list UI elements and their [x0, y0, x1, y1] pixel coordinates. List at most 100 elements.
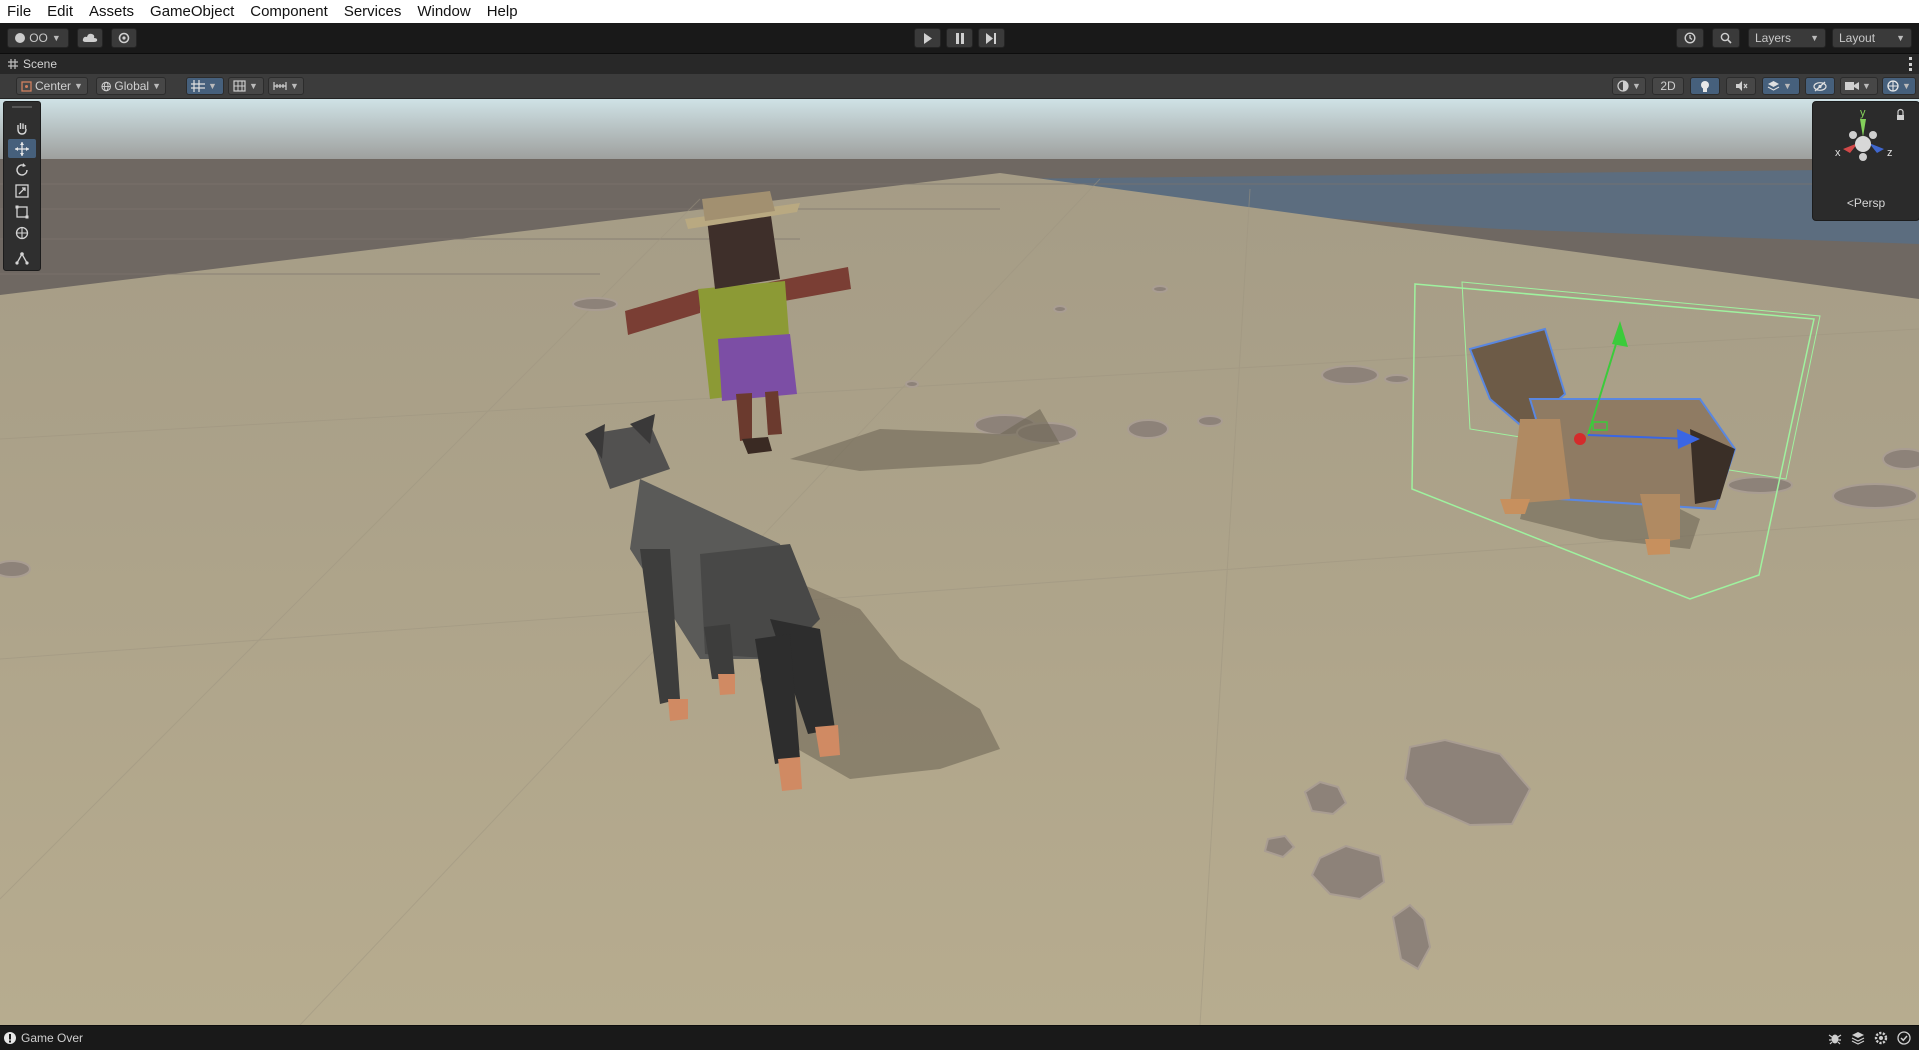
gear-settings-icon[interactable]: [1874, 1031, 1888, 1045]
effects-layers-icon: [1767, 81, 1780, 91]
tab-bar: Scene: [0, 54, 1919, 74]
shading-sphere-icon: [1617, 80, 1629, 92]
axis-gizmo-graphic: y x z: [1835, 107, 1904, 161]
grid-icon: [233, 80, 246, 92]
overlay-drag-handle[interactable]: [12, 106, 32, 108]
chevron-down-icon: ▼: [152, 81, 161, 91]
history-button[interactable]: [1676, 28, 1704, 48]
pivot-position-dropdown[interactable]: Center ▼: [16, 77, 88, 95]
scene-tools-overlay: [3, 101, 41, 271]
mode-2d-toggle[interactable]: 2D: [1652, 77, 1684, 95]
status-bar: Game Over: [0, 1025, 1919, 1050]
menu-component[interactable]: Component: [242, 0, 336, 23]
audio-toggle[interactable]: [1726, 77, 1756, 95]
camera-icon: [1845, 82, 1859, 90]
chevron-down-icon: ▼: [1783, 81, 1792, 91]
menu-file[interactable]: File: [0, 0, 39, 23]
step-icon: [986, 32, 996, 44]
pause-button[interactable]: [946, 28, 973, 48]
layout-dropdown[interactable]: Layout ▼: [1832, 28, 1912, 48]
hidden-objects-toggle[interactable]: [1805, 77, 1835, 95]
account-dropdown[interactable]: OO ▼: [7, 28, 69, 48]
grid-snapping-toggle[interactable]: ▼: [186, 77, 224, 95]
custom-tool-button[interactable]: [8, 248, 36, 267]
check-circle-icon[interactable]: [1897, 1031, 1911, 1045]
transform-tool-button[interactable]: [8, 223, 36, 242]
orientation-gizmo[interactable]: y x z <Persp: [1812, 101, 1919, 221]
hand-tool-button[interactable]: [8, 118, 36, 137]
perspective-icon: <: [1846, 196, 1854, 210]
grid-visibility-toggle[interactable]: ▼: [228, 77, 264, 95]
rotate-tool-button[interactable]: [8, 160, 36, 179]
camera-settings-dropdown[interactable]: ▼: [1840, 77, 1878, 95]
custom-tool-icon: [15, 251, 29, 265]
menu-window[interactable]: Window: [409, 0, 478, 23]
main-toolbar: OO ▼ Layers ▼ Layout ▼: [0, 23, 1919, 54]
rect-tool-button[interactable]: [8, 202, 36, 221]
scale-icon: [15, 183, 29, 198]
chevron-down-icon: ▼: [290, 81, 299, 91]
scene-grid-icon: [8, 59, 18, 69]
chevron-down-icon: ▼: [249, 81, 258, 91]
history-icon: [1684, 32, 1696, 44]
gear-icon: [118, 32, 130, 44]
increment-snap-toggle[interactable]: ▼: [268, 77, 304, 95]
collab-button[interactable]: [111, 28, 137, 48]
ruler-icon: [273, 82, 287, 90]
chevron-down-icon: ▼: [1632, 81, 1641, 91]
chevron-down-icon: ▼: [51, 33, 61, 43]
scale-tool-button[interactable]: [8, 181, 36, 200]
grid-snap-icon: [191, 80, 205, 92]
gizmos-dropdown[interactable]: ▼: [1882, 77, 1916, 95]
chevron-down-icon: ▼: [208, 81, 217, 91]
menu-help[interactable]: Help: [479, 0, 526, 23]
scene-toolbar: Center ▼ Global ▼ ▼ ▼ ▼ ▼ 2D ▼ ▼ ▼: [0, 74, 1919, 99]
move-tool-button[interactable]: [8, 139, 36, 158]
step-button[interactable]: [978, 28, 1005, 48]
chevron-down-icon: ▼: [1896, 33, 1905, 43]
cloud-button[interactable]: [77, 28, 103, 48]
tab-scene-label: Scene: [23, 57, 58, 71]
account-label: OO: [29, 31, 48, 45]
chevron-down-icon: ▼: [1862, 81, 1871, 91]
pivot-label: Center: [35, 79, 72, 93]
play-icon: [923, 32, 932, 44]
layers-stack-icon[interactable]: [1851, 1031, 1865, 1045]
draw-mode-dropdown[interactable]: ▼: [1612, 77, 1646, 95]
menu-edit[interactable]: Edit: [39, 0, 81, 23]
mode-2d-label: 2D: [1660, 79, 1676, 93]
move-arrows-icon: [15, 141, 29, 156]
chevron-down-icon: ▼: [1810, 33, 1819, 43]
tab-scene[interactable]: Scene: [0, 54, 67, 74]
chevron-down-icon: ▼: [74, 81, 83, 91]
layers-dropdown[interactable]: Layers ▼: [1748, 28, 1826, 48]
pivot-space-dropdown[interactable]: Global ▼: [96, 77, 166, 95]
play-button[interactable]: [914, 28, 941, 48]
projection-label: Persp: [1853, 196, 1886, 210]
scene-viewport[interactable]: [0, 99, 1919, 1025]
menu-gameobject[interactable]: GameObject: [142, 0, 242, 23]
pause-icon: [955, 32, 964, 44]
audio-icon: [1735, 81, 1747, 91]
rotate-icon: [16, 162, 28, 176]
tab-options-icon[interactable]: [1909, 57, 1913, 71]
menu-bar: File Edit Assets GameObject Component Se…: [0, 0, 1919, 23]
search-button[interactable]: [1712, 28, 1740, 48]
status-message[interactable]: Game Over: [21, 1031, 83, 1045]
menu-services[interactable]: Services: [336, 0, 410, 23]
menu-assets[interactable]: Assets: [81, 0, 142, 23]
layers-label: Layers: [1755, 31, 1792, 45]
effects-dropdown[interactable]: ▼: [1762, 77, 1800, 95]
projection-toggle[interactable]: <Persp: [1813, 196, 1919, 210]
info-icon: [4, 1032, 16, 1044]
cloud-icon: [82, 33, 98, 42]
lighting-toggle[interactable]: [1690, 77, 1720, 95]
lightbulb-icon: [1701, 80, 1709, 92]
chevron-down-icon: ▼: [1902, 81, 1911, 91]
scene-render: [0, 99, 1919, 1025]
gizmo-globe-icon: [1887, 80, 1899, 92]
gizmo-x-label: x: [1835, 147, 1841, 159]
pivot-icon: [21, 80, 32, 92]
bug-icon[interactable]: [1828, 1031, 1842, 1045]
space-label: Global: [114, 79, 150, 93]
